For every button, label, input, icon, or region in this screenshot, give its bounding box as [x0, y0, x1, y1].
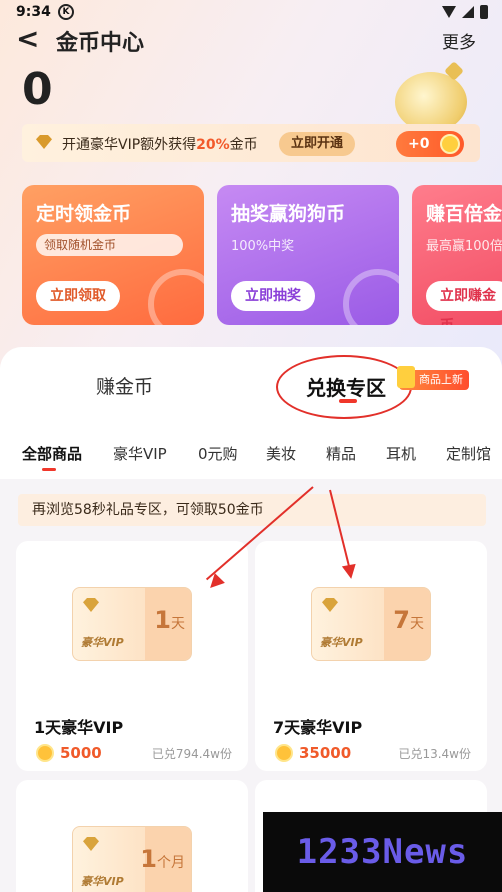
category-beauty[interactable]: 美妆 [266, 443, 296, 464]
annotation-arrowhead [341, 563, 359, 581]
lottery-card[interactable]: 抽奖赢狗狗币 100%中奖 立即抽奖 [217, 185, 399, 325]
bonus-coin-badge[interactable]: +0 [396, 131, 464, 157]
hundredfold-card[interactable]: 赚百倍金 最高赢100倍 立即赚金币 [412, 185, 502, 325]
product-name: 7天豪华VIP [273, 718, 363, 737]
vip-duration: 1天 [154, 606, 185, 634]
category-bar: 全部商品 豪华VIP 0元购 美妆 精品 耳机 定制馆 [0, 427, 502, 479]
product-price: 35000 [299, 744, 352, 762]
vip-card-label: 豪华VIP [320, 636, 363, 649]
product-name: 1天豪华VIP [34, 718, 124, 737]
product-card[interactable]: 豪华VIP 1个月 [16, 780, 248, 892]
card-title: 抽奖赢狗狗币 [231, 203, 346, 225]
category-premium[interactable]: 精品 [326, 443, 356, 464]
card-subtitle: 领取随机金币 [36, 234, 183, 256]
vip-card-label: 豪华VIP [81, 636, 124, 649]
card-subtitle: 最高赢100倍 [426, 239, 502, 254]
battery-icon [480, 5, 488, 19]
vip-card-image: 豪华VIP 7天 [311, 587, 431, 661]
vip-duration: 7天 [393, 606, 424, 634]
card-title: 赚百倍金 [426, 203, 502, 225]
diamond-icon [36, 135, 52, 149]
earn-coins-button[interactable]: 立即赚金币 [426, 281, 502, 325]
product-card[interactable]: 豪华VIP 7天 7天豪华VIP 35000 已兑13.4w份 [255, 541, 487, 771]
back-icon[interactable]: < [16, 24, 39, 54]
vip-promo-text: 开通豪华VIP额外获得20%金币 [62, 137, 258, 153]
draw-now-button[interactable]: 立即抽奖 [231, 281, 315, 311]
bonus-value: +0 [408, 136, 430, 152]
diamond-icon [83, 598, 99, 612]
more-button[interactable]: 更多 [442, 28, 476, 53]
vip-promo-percent: 20% [196, 137, 230, 153]
vip-card-label: 豪华VIP [81, 875, 124, 888]
app-header: < 金币中心 更多 [0, 22, 502, 58]
product-sold-count: 已兑794.4w份 [151, 747, 232, 761]
card-title: 定时领金币 [36, 203, 132, 225]
wifi-icon [442, 6, 456, 18]
product-price: 5000 [60, 744, 102, 762]
active-category-indicator [42, 468, 56, 471]
new-items-badge: 商品上新 [397, 366, 469, 390]
category-custom[interactable]: 定制馆 [446, 443, 491, 464]
category-earphones[interactable]: 耳机 [386, 443, 416, 464]
diamond-icon [322, 598, 338, 612]
annotation-circle [276, 355, 412, 419]
coin-deco-icon [148, 269, 204, 325]
category-all[interactable]: 全部商品 [22, 443, 82, 464]
diamond-icon [83, 837, 99, 851]
category-vip[interactable]: 豪华VIP [113, 443, 167, 464]
piggy-bank-icon [395, 72, 467, 132]
watermark-logo: 1233News [263, 812, 502, 892]
open-vip-button[interactable]: 立即开通 [279, 132, 355, 156]
vip-card-image: 豪华VIP 1天 [72, 587, 192, 661]
claim-now-button[interactable]: 立即领取 [36, 281, 120, 311]
page-title: 金币中心 [56, 31, 145, 56]
wheel-deco-icon [343, 269, 399, 325]
status-time: 9:34 [16, 4, 51, 20]
coin-icon [275, 744, 293, 762]
coin-icon [440, 134, 460, 154]
gift-icon [397, 366, 415, 388]
product-sold-count: 已兑13.4w份 [398, 747, 471, 761]
timed-coins-card[interactable]: 定时领金币 领取随机金币 立即领取 [22, 185, 204, 325]
status-icons [442, 5, 488, 19]
coin-icon [36, 744, 54, 762]
vip-card-image: 豪华VIP 1个月 [72, 826, 192, 892]
card-subtitle: 100%中奖 [231, 239, 295, 254]
tab-earn-coins[interactable]: 赚金币 [96, 372, 153, 399]
k-app-icon: K [58, 4, 74, 20]
category-zero-yuan[interactable]: 0元购 [198, 443, 238, 464]
signal-icon [462, 6, 474, 18]
browse-notice: 再浏览58秒礼品专区，可领取50金币 [18, 494, 486, 526]
coin-balance: 0 [22, 64, 53, 115]
vip-duration: 1个月 [140, 845, 185, 873]
